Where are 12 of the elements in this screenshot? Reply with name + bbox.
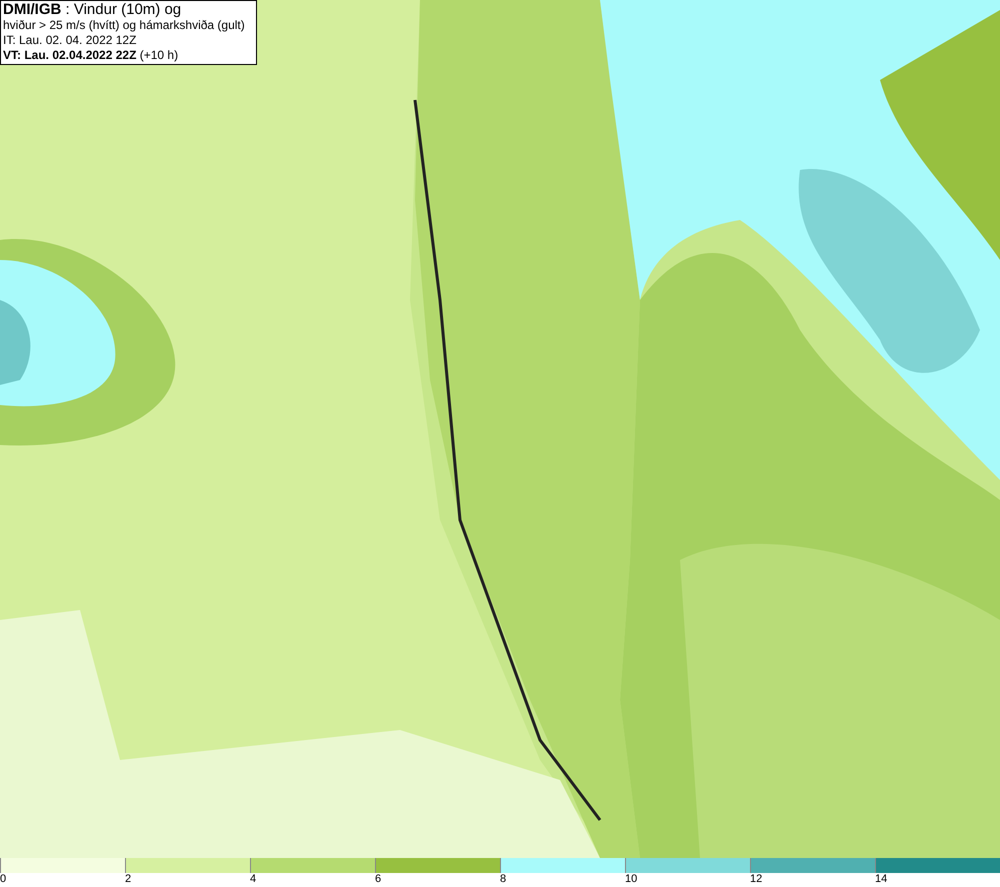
legend-label: 6 (375, 873, 382, 886)
legend-label: 8 (500, 873, 506, 886)
legend-label: 14 (875, 873, 888, 886)
legend-label: 2 (125, 873, 132, 886)
caption-line: DMI/IGB : Vindur (10m) og (3, 1, 182, 18)
legend-label: 12 (750, 873, 762, 886)
legend-label: 4 (250, 873, 256, 886)
legend-label: 0 (0, 873, 6, 886)
caption-line: hviður > 25 m/s (hvítt) og hámarkshviða (gult) (3, 18, 246, 33)
legend-label: 10 (625, 873, 638, 886)
caption-line: IT: Lau. 02. 04. 2022 12Z (3, 33, 138, 48)
caption-line: VT: Lau. 02.04.2022 22Z (+10 h) (3, 48, 180, 63)
